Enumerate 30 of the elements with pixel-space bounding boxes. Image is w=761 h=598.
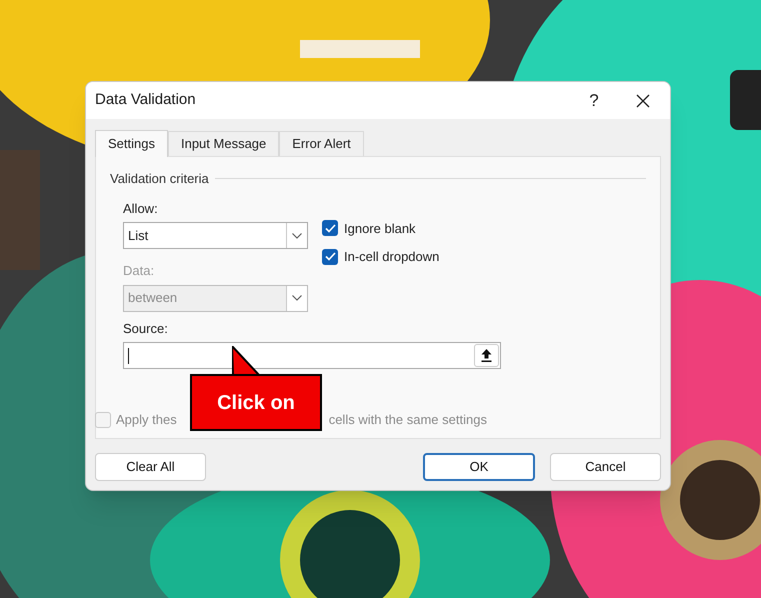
checkbox-label: cells with the same settings <box>328 411 487 429</box>
dropdown[interactable]: List <box>123 222 308 249</box>
field-label: Allow: <box>123 200 159 218</box>
field-label: Source: <box>123 320 169 338</box>
callout-pointer <box>232 346 262 376</box>
window-title: Data Validation <box>95 90 197 110</box>
help-button[interactable]: ? <box>574 88 614 114</box>
checkbox[interactable] <box>322 220 338 236</box>
close-icon <box>635 92 651 108</box>
tab[interactable]: Settings <box>95 130 168 157</box>
dropdown: between <box>123 284 308 312</box>
field-label: Data: <box>123 262 156 280</box>
upload-arrow-icon <box>481 349 492 362</box>
checkbox-label: In-cell dropdown <box>344 248 440 266</box>
dialog-button[interactable]: OK <box>423 453 535 481</box>
check-icon <box>324 224 336 233</box>
chevron-down-icon <box>292 232 302 238</box>
source-field[interactable] <box>123 342 501 369</box>
tab[interactable]: Input Message <box>168 131 280 156</box>
check-icon <box>324 252 336 262</box>
checkbox[interactable] <box>322 248 338 265</box>
collapse-button[interactable] <box>474 344 499 367</box>
checkbox-label: Ignore blank <box>344 220 416 238</box>
chevron-down-icon <box>292 295 302 301</box>
dialog-button[interactable]: Cancel <box>550 453 661 481</box>
tab[interactable]: Error Alert <box>279 131 364 156</box>
checkbox-label: Apply thes <box>116 411 177 429</box>
dialog-button[interactable]: Clear All <box>95 453 206 481</box>
text-cursor <box>128 348 129 364</box>
group-title: Validation criteria <box>110 170 209 188</box>
